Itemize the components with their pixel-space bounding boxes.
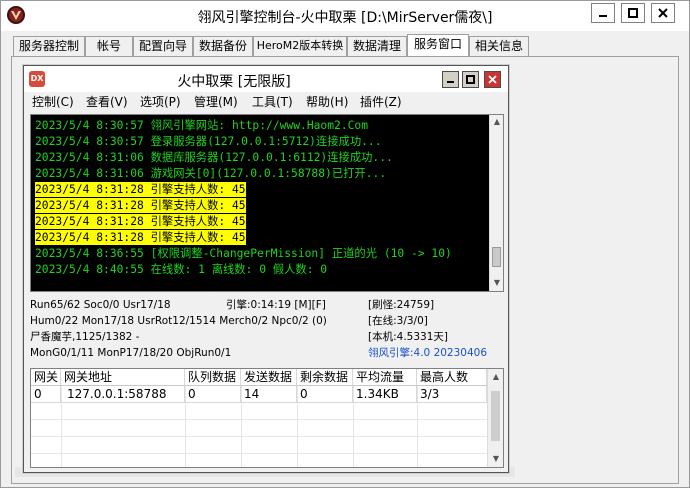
log-line: 2023/5/4 8:30:57 登录服务器(127.0.0.1:5712)连接…	[35, 135, 382, 148]
tab-herom2-convert[interactable]: HeroM2版本转换	[253, 36, 347, 56]
col-header-gateway[interactable]: 网关	[31, 369, 61, 386]
close-button[interactable]	[651, 3, 675, 23]
menu-bar: 控制(C) 查看(V) 选项(P) 管理(M) 工具(T) 帮助(H) 插件(Z…	[24, 94, 508, 112]
minimize-icon	[447, 81, 454, 83]
maximize-icon	[466, 75, 475, 84]
title-bar: 翎风引擎控制台-火中取栗 [D:\MirServer儒夜\]	[1, 1, 689, 31]
maximize-icon	[628, 8, 638, 18]
main-window: 翎风引擎控制台-火中取栗 [D:\MirServer儒夜\] 服务器控制 帐号 …	[0, 0, 690, 488]
tab-data-cleanup[interactable]: 数据清理	[347, 36, 407, 56]
empty-row	[31, 403, 487, 420]
col-header-address[interactable]: 网关地址	[61, 369, 185, 386]
menu-view[interactable]: 查看(V)	[86, 94, 128, 110]
log-scroll-thumb[interactable]	[492, 247, 501, 267]
menu-control[interactable]: 控制(C)	[32, 94, 74, 110]
cell-gateway: 0	[31, 386, 61, 403]
col-header-queue[interactable]: 队列数据	[185, 369, 241, 386]
tab-config-wizard[interactable]: 配置向导	[133, 36, 193, 56]
col-header-avg-traffic[interactable]: 平均流量	[353, 369, 417, 386]
log-line: 2023/5/4 8:30:57 翎风引擎网站: http://www.Haom…	[35, 119, 369, 132]
tab-data-backup[interactable]: 数据备份	[193, 36, 253, 56]
status-version: 翎风引擎:4.0 20230406	[368, 347, 488, 359]
cell-max-users: 3/3	[417, 386, 487, 403]
cell-avg-traffic: 1.34KB	[353, 386, 417, 403]
log-line: 2023/5/4 8:31:28 引擎支持人数: 45	[35, 182, 246, 197]
service-minimize-button[interactable]	[442, 71, 459, 88]
log-line: 2023/5/4 8:31:06 游戏网关[0](127.0.0.1:58788…	[35, 167, 387, 180]
cell-queue: 0	[185, 386, 241, 403]
log-line: 2023/5/4 8:31:06 数据库服务器(127.0.0.1:6112)连…	[35, 151, 393, 164]
status-monrun: MonG0/1/11 MonP17/18/20 ObjRun0/1	[30, 347, 232, 359]
status-local: [本机:4.5331天]	[368, 331, 448, 343]
service-title-bar: DX 火中取栗 [无限版]	[24, 66, 508, 92]
empty-row	[31, 437, 487, 454]
menu-plugins[interactable]: 插件(Z)	[360, 94, 402, 110]
tab-related-info[interactable]: 相关信息	[469, 36, 529, 56]
menu-options[interactable]: 选项(P)	[140, 94, 181, 110]
log-line: 2023/5/4 8:40:55 在线数: 1 离线数: 0 假人数: 0	[35, 263, 328, 276]
scroll-up-icon[interactable]: ▲	[491, 372, 501, 382]
service-close-button[interactable]	[484, 71, 501, 88]
col-header-remaining[interactable]: 剩余数据	[297, 369, 353, 386]
service-maximize-button[interactable]	[462, 71, 479, 88]
empty-row	[31, 454, 487, 467]
col-header-sent[interactable]: 发送数据	[241, 369, 297, 386]
minimize-button[interactable]	[591, 3, 615, 23]
tab-service-window[interactable]: 服务窗口	[407, 34, 469, 57]
col-header-max-users[interactable]: 最高人数	[417, 369, 487, 386]
tab-account[interactable]: 帐号	[85, 36, 133, 56]
status-monsters: [刷怪:24759]	[368, 299, 435, 311]
service-window-title: 火中取栗 [无限版]	[177, 74, 291, 90]
scroll-down-icon[interactable]: ▼	[491, 454, 501, 464]
status-online: [在线:3/3/0]	[368, 315, 428, 327]
menu-manage[interactable]: 管理(M)	[194, 94, 238, 110]
table-scrollbar[interactable]: ▲ ▼	[487, 369, 503, 467]
scroll-down-icon[interactable]: ▼	[492, 278, 502, 288]
service-window: DX 火中取栗 [无限版] 控制(C) 查看(V) 选项(P) 管理(M) 工具…	[23, 65, 509, 473]
log-line: 2023/5/4 8:31:28 引擎支持人数: 45	[35, 198, 246, 213]
cell-sent: 14	[241, 386, 297, 403]
menu-help[interactable]: 帮助(H)	[306, 94, 348, 110]
table-scroll-thumb[interactable]	[491, 391, 500, 441]
minimize-icon	[599, 15, 607, 17]
log-line: 2023/5/4 8:31:28 引擎支持人数: 45	[35, 214, 246, 229]
cell-address: 127.0.0.1:58788	[61, 386, 185, 403]
log-line: 2023/5/4 8:36:55 [权限调整-ChangePerMission]…	[35, 247, 452, 260]
window-title: 翎风引擎控制台-火中取栗 [D:\MirServer儒夜\]	[197, 10, 493, 26]
empty-row	[31, 420, 487, 437]
status-engine-time: 引擎:0:14:19 [M][F]	[226, 299, 326, 311]
status-map: 尸香魔芋,1125/1382 -	[30, 331, 140, 343]
status-panel: Run65/62 Soc0/0 Usr17/18 引擎:0:14:19 [M][…	[30, 296, 504, 364]
maximize-button[interactable]	[621, 3, 645, 23]
status-hum: Hum0/22 Mon17/18 UsrRot12/1514 Merch0/2 …	[30, 315, 327, 327]
scroll-up-icon[interactable]: ▲	[492, 117, 502, 127]
log-line: 2023/5/4 8:31:28 引擎支持人数: 45	[35, 230, 246, 245]
log-scrollbar[interactable]: ▲ ▼	[489, 115, 503, 291]
status-run: Run65/62 Soc0/0 Usr17/18	[30, 299, 171, 311]
close-icon	[488, 75, 497, 84]
tab-server-control[interactable]: 服务器控制	[13, 36, 85, 56]
menu-tools[interactable]: 工具(T)	[252, 94, 293, 110]
gateway-table: 网关 网关地址 队列数据 发送数据 剩余数据 平均流量 最高人数 0 127.0…	[30, 368, 504, 468]
cell-remaining: 0	[297, 386, 353, 403]
log-console[interactable]: 2023/5/4 8:30:57 翎风引擎网站: http://www.Haom…	[30, 114, 504, 292]
close-icon	[658, 8, 668, 18]
